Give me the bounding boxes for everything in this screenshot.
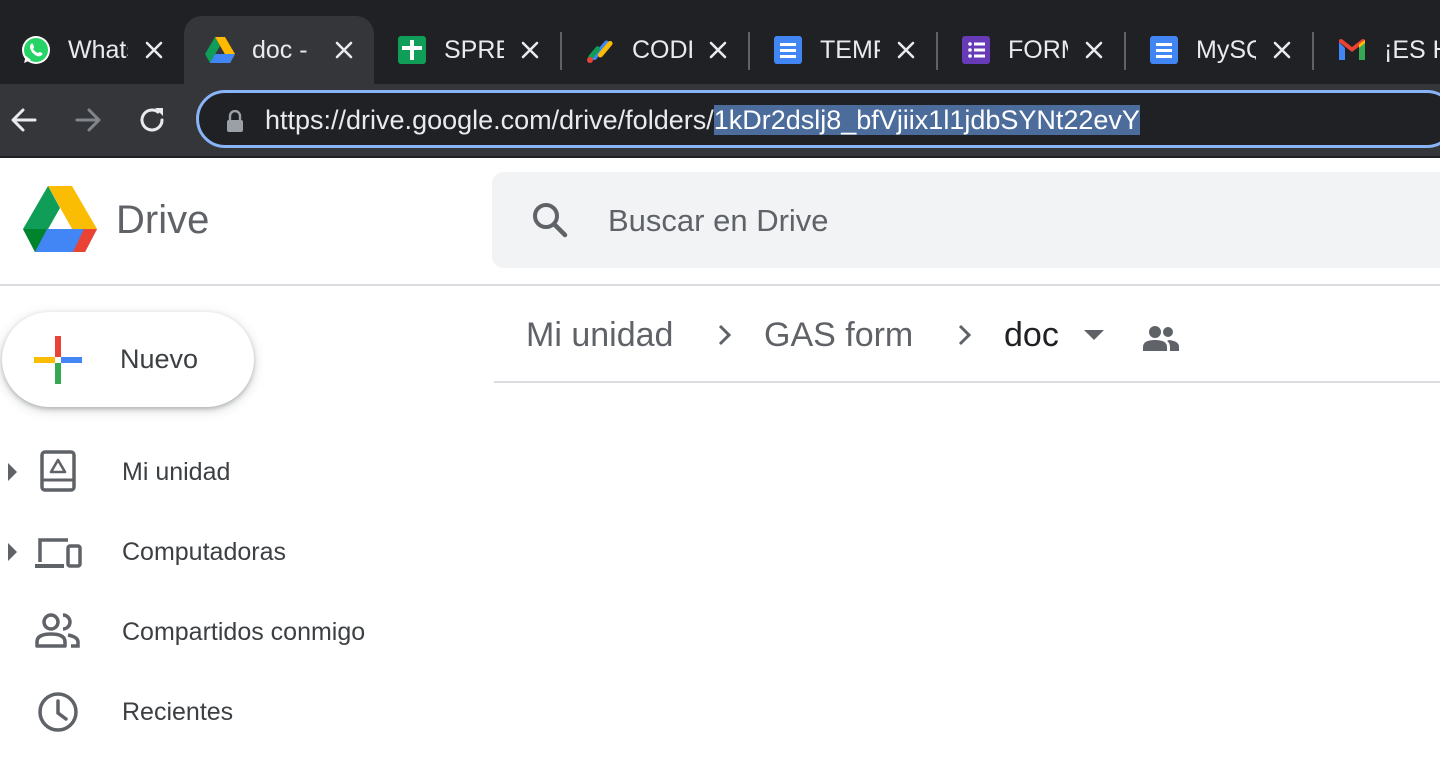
close-icon[interactable]	[142, 38, 166, 62]
browser-tabstrip: WhatsApp doc - Google Drive SPREADSHEET	[0, 0, 1440, 84]
breadcrumb-item-gas-form[interactable]: GAS form	[764, 315, 913, 355]
close-icon[interactable]	[332, 38, 356, 62]
breadcrumb-item-current-folder[interactable]: doc	[1004, 315, 1059, 355]
tab-separator	[936, 32, 938, 70]
reload-icon[interactable]	[136, 104, 168, 136]
back-arrow-icon[interactable]	[8, 104, 40, 136]
sidebar-item-label: Recientes	[122, 698, 234, 726]
close-icon[interactable]	[518, 38, 542, 62]
shared-folder-icon[interactable]	[1142, 324, 1180, 352]
expand-caret-icon[interactable]	[8, 463, 17, 481]
tab-title: TEMPLATE	[820, 36, 880, 64]
computers-icon	[35, 538, 82, 568]
google-docs-icon	[1150, 36, 1178, 64]
browser-chrome-border	[0, 156, 1440, 158]
header-divider	[0, 284, 1440, 286]
browser-tab-docs-template[interactable]: TEMPLATE	[752, 16, 936, 84]
tab-title: SPREADSHEET	[444, 36, 504, 64]
gmail-icon	[1339, 39, 1365, 60]
search-bar[interactable]	[492, 172, 1440, 268]
browser-tab-forms[interactable]: FORM	[940, 16, 1124, 84]
browser-tab-whatsapp[interactable]: WhatsApp	[0, 16, 184, 84]
sidebar-item-recent[interactable]: Recientes	[0, 676, 480, 748]
whatsapp-icon	[22, 36, 50, 64]
apps-script-icon	[587, 40, 613, 63]
search-icon[interactable]	[530, 200, 570, 240]
google-sheets-icon	[398, 36, 426, 64]
sidebar-item-label: Computadoras	[122, 538, 286, 566]
browser-tab-drive[interactable]: doc - Google Drive	[184, 16, 374, 84]
breadcrumb-divider	[494, 381, 1440, 383]
tab-title: ¡ES HORA	[1384, 36, 1440, 64]
sidebar-item-my-drive[interactable]: Mi unidad	[0, 436, 480, 508]
address-bar[interactable]: https://drive.google.com/drive/folders/1…	[196, 90, 1440, 148]
breadcrumb-item-my-drive[interactable]: Mi unidad	[526, 315, 673, 355]
chevron-right-icon	[718, 324, 732, 346]
forward-arrow-icon[interactable]	[72, 104, 104, 136]
lock-icon[interactable]	[225, 110, 245, 132]
new-button[interactable]: Nuevo	[2, 312, 254, 407]
tab-title: WhatsApp	[68, 36, 128, 64]
tab-title: CODE	[632, 36, 692, 64]
close-icon[interactable]	[1082, 38, 1106, 62]
google-docs-icon	[774, 36, 802, 64]
tab-separator	[748, 32, 750, 70]
app-name: Drive	[116, 198, 210, 242]
new-button-label: Nuevo	[120, 344, 199, 374]
close-icon[interactable]	[706, 38, 730, 62]
url-prefix: https://drive.google.com/drive/folders/	[265, 105, 714, 135]
clock-icon	[38, 692, 78, 732]
url-selected-text: 1kDr2dslj8_bfVjiix1l1jdbSYNt22evY	[713, 105, 1140, 135]
browser-tab-gmail[interactable]: ¡ES HORA	[1316, 16, 1440, 84]
my-drive-icon	[40, 450, 76, 492]
tab-title: FORM	[1008, 36, 1068, 64]
tab-title: doc - Google Drive	[252, 36, 310, 64]
google-forms-icon	[962, 36, 990, 64]
sidebar-item-label: Mi unidad	[122, 458, 231, 486]
shared-with-me-icon	[35, 613, 80, 648]
tab-separator	[560, 32, 562, 70]
plus-icon	[34, 336, 82, 384]
tab-separator	[1124, 32, 1126, 70]
close-icon[interactable]	[894, 38, 918, 62]
tab-title: MySQL	[1196, 36, 1256, 64]
url-text[interactable]: https://drive.google.com/drive/folders/1…	[265, 104, 1140, 136]
browser-tab-docs-mysql[interactable]: MySQL	[1128, 16, 1312, 84]
expand-caret-icon[interactable]	[8, 543, 17, 561]
browser-tab-apps-script[interactable]: CODE	[564, 16, 748, 84]
drive-logo-icon[interactable]	[23, 186, 97, 252]
sidebar-item-label: Compartidos conmigo	[122, 618, 366, 646]
google-drive-icon	[205, 37, 235, 63]
close-icon[interactable]	[1270, 38, 1294, 62]
chevron-right-icon	[958, 324, 972, 346]
search-input[interactable]	[606, 200, 1310, 242]
sidebar-item-shared-with-me[interactable]: Compartidos conmigo	[0, 596, 480, 668]
browser-tab-sheets[interactable]: SPREADSHEET	[376, 16, 560, 84]
folder-menu-dropdown-icon[interactable]	[1084, 330, 1104, 340]
tab-separator	[1312, 32, 1314, 70]
sidebar-item-computers[interactable]: Computadoras	[0, 516, 480, 588]
